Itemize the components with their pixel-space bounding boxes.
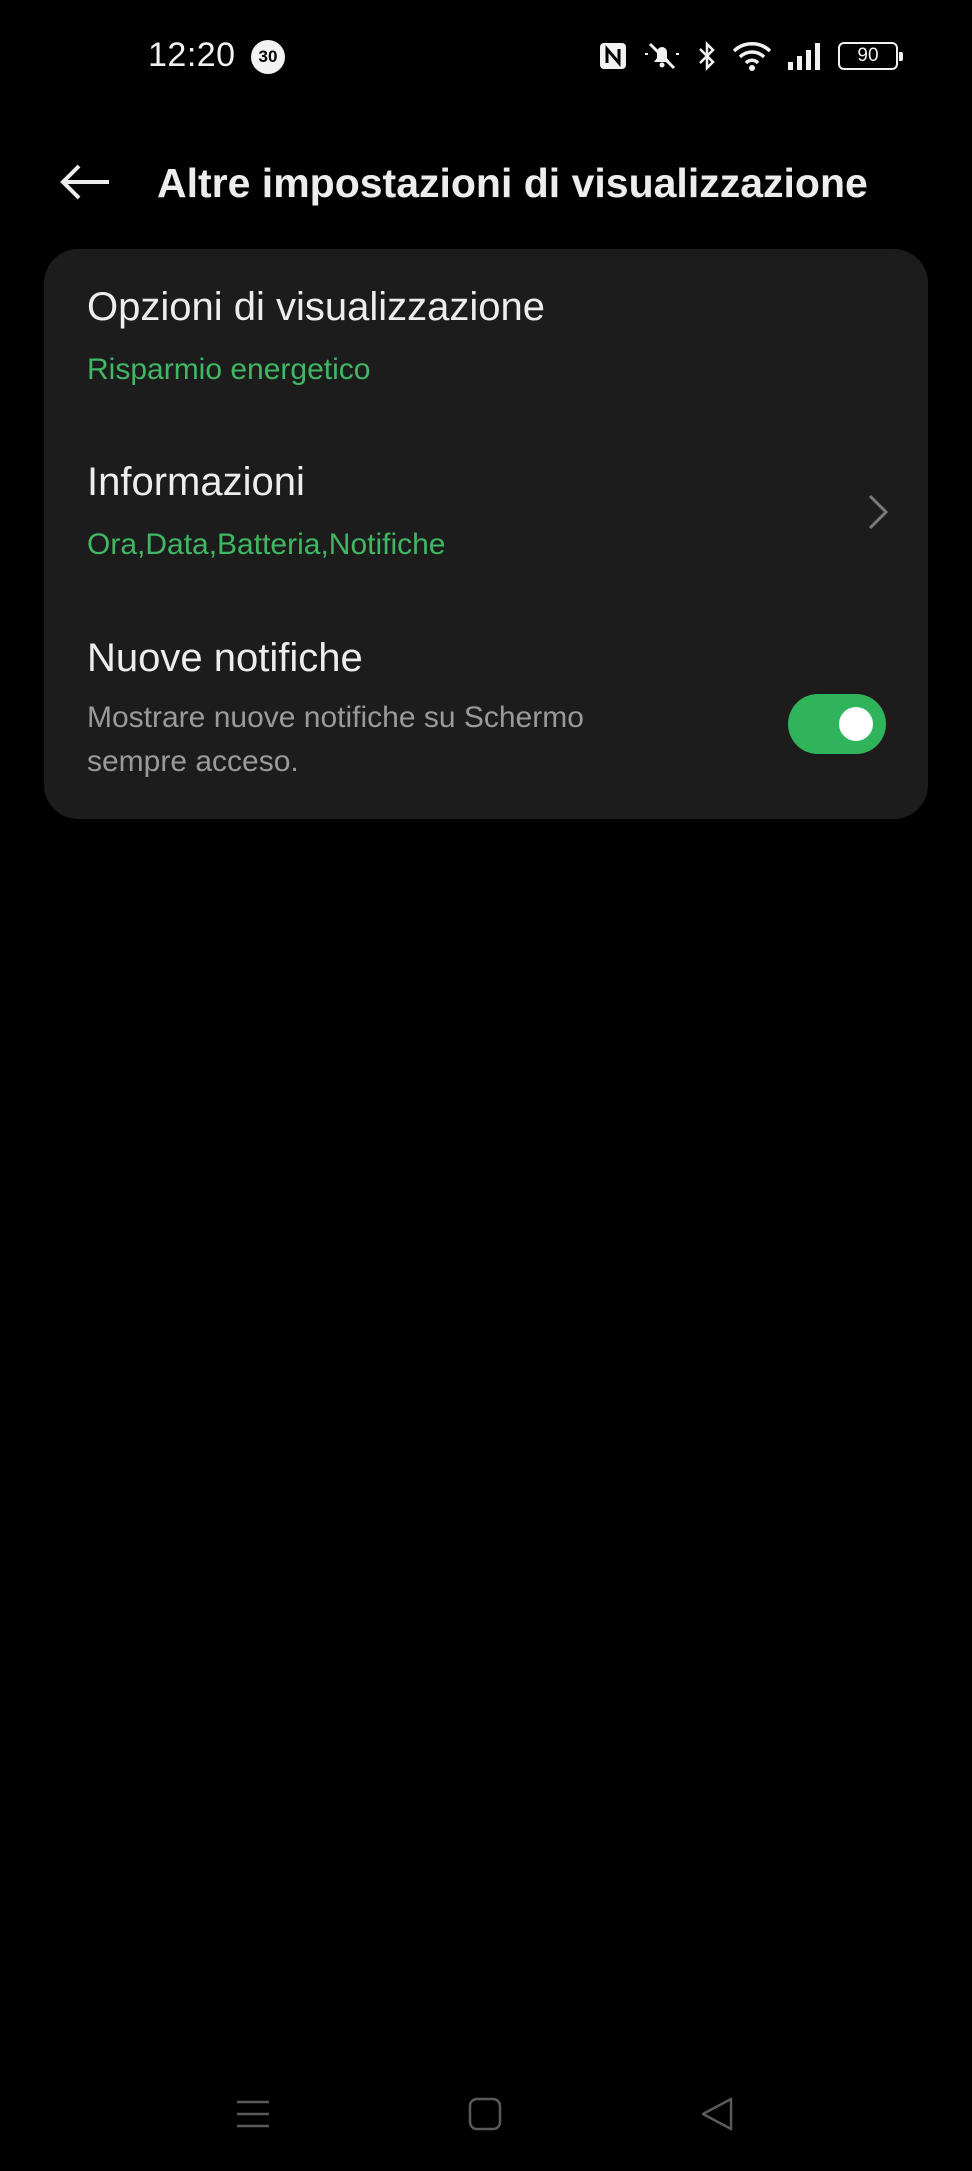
wifi-icon <box>732 40 772 72</box>
chevron-right-icon <box>866 492 890 537</box>
menu-icon <box>235 2096 271 2137</box>
status-icons: 90 <box>598 38 903 74</box>
back-triangle-icon <box>699 2096 735 2137</box>
new-notifications-toggle[interactable] <box>788 694 886 754</box>
home-icon <box>467 2096 503 2137</box>
settings-card: Opzioni di visualizzazione Risparmio ene… <box>44 249 928 819</box>
display-options-value: Risparmio energetico <box>87 353 371 386</box>
new-notifications-title: Nuove notifiche <box>87 636 363 680</box>
battery-icon: 90 <box>838 42 903 70</box>
signal-icon <box>786 40 824 72</box>
information-row[interactable]: Informazioni Ora,Data,Batteria,Notifiche <box>44 424 928 600</box>
display-options-row[interactable]: Opzioni di visualizzazione Risparmio ene… <box>44 249 928 424</box>
back-button[interactable] <box>50 154 122 214</box>
app-bar: Altre impostazioni di visualizzazione <box>0 140 972 226</box>
information-value: Ora,Data,Batteria,Notifiche <box>87 528 446 561</box>
bluetooth-icon <box>696 40 718 72</box>
back-nav-button[interactable] <box>682 2086 752 2146</box>
toggle-knob <box>839 707 873 741</box>
notification-count-badge: 30 <box>251 40 285 74</box>
home-button[interactable] <box>450 2086 520 2146</box>
status-time: 12:20 <box>148 36 236 74</box>
display-options-title: Opzioni di visualizzazione <box>87 285 546 329</box>
arrow-left-icon <box>59 162 113 207</box>
silent-icon <box>642 40 682 72</box>
navigation-bar <box>0 2060 972 2170</box>
recent-apps-button[interactable] <box>218 2086 288 2146</box>
nfc-icon <box>598 41 628 71</box>
information-title: Informazioni <box>87 460 305 504</box>
status-bar: 12:20 30 90 <box>0 0 972 112</box>
new-notifications-row[interactable]: Nuove notifiche Mostrare nuove notifiche… <box>44 600 928 819</box>
new-notifications-description: Mostrare nuove notifiche su Schermo semp… <box>87 701 584 778</box>
page-title: Altre impostazioni di visualizzazione <box>157 160 868 206</box>
